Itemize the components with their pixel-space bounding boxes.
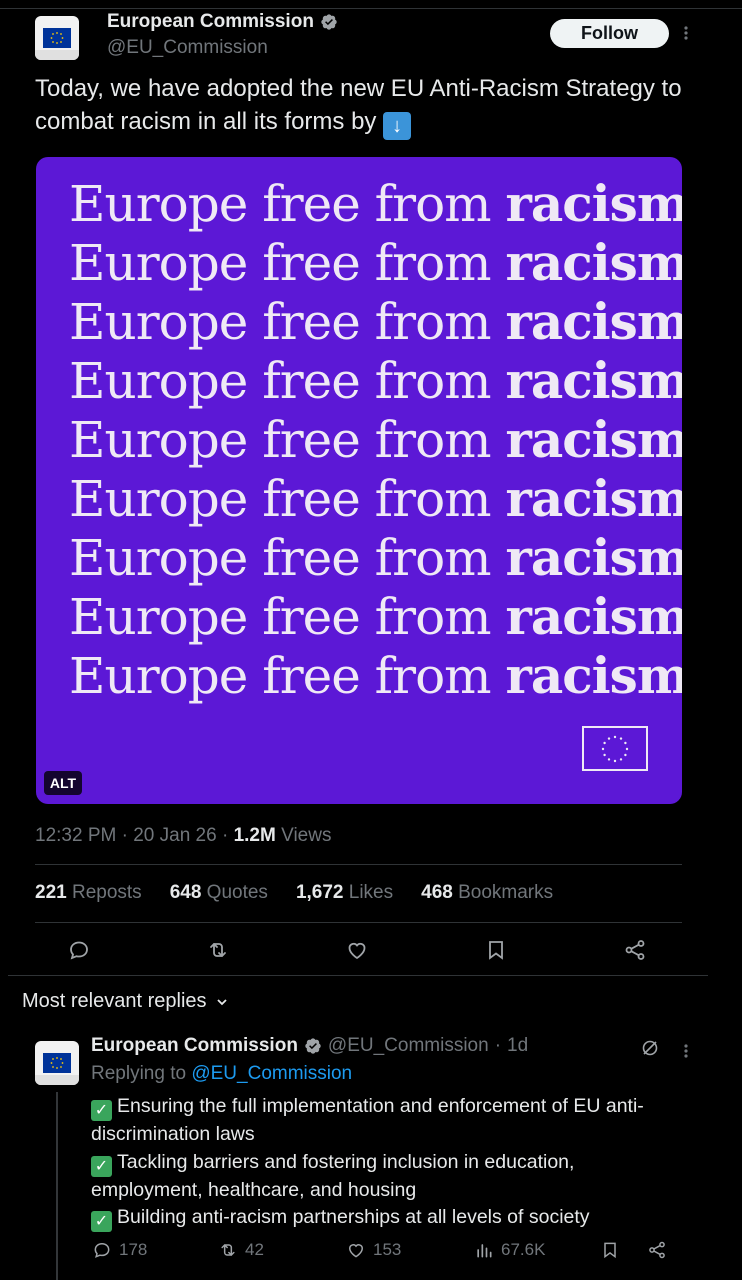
- down-arrow-emoji-icon: ↓: [383, 112, 412, 140]
- reply-bullet: ✓ Tackling barriers and fostering inclusi…: [91, 1150, 575, 1201]
- stat-quotes[interactable]: 648 Quotes: [170, 882, 268, 904]
- reply-separator: ·: [494, 1035, 502, 1056]
- media-text-line: Europe free from racism: [69, 233, 682, 292]
- author-handle[interactable]: @EU_Commission: [107, 37, 268, 59]
- verified-badge-icon: [321, 14, 337, 30]
- check-mark-emoji-icon: ✓: [91, 1211, 112, 1232]
- meta-separator: ·: [221, 825, 234, 846]
- repost-icon[interactable]: [206, 938, 230, 962]
- post-text-content: Today, we have adopted the new EU Anti-R…: [35, 75, 682, 135]
- check-mark-emoji-icon: ✓: [91, 1155, 112, 1177]
- reply-replies-count: 178: [119, 1240, 148, 1259]
- reply-action-bar: 178 42 153 67.6K: [0, 1240, 742, 1264]
- replying-prefix: Replying to: [91, 1063, 187, 1084]
- more-icon[interactable]: [682, 1042, 690, 1064]
- reply-views-button[interactable]: 67.6K: [474, 1240, 545, 1260]
- more-icon[interactable]: [682, 24, 690, 46]
- views-label: Views: [281, 825, 332, 846]
- media-text-line: Europe free from racism: [69, 174, 682, 233]
- reply-reply-button[interactable]: 178: [92, 1240, 147, 1260]
- replying-to-handle-link[interactable]: @EU_Commission: [191, 1063, 352, 1084]
- reply-icon[interactable]: [67, 938, 91, 962]
- post-meta: 12:32 PM · 20 Jan 26 · 1.2M Views: [35, 825, 331, 847]
- reply-like-button[interactable]: 153: [346, 1240, 401, 1260]
- reply-reposts-count: 42: [245, 1240, 264, 1259]
- chevron-down-icon: [216, 998, 227, 1005]
- author-avatar[interactable]: [35, 16, 79, 60]
- reply-author-avatar[interactable]: [35, 1041, 79, 1085]
- verified-badge-icon: [305, 1038, 321, 1054]
- divider: [35, 922, 682, 923]
- avatar-band: [35, 50, 79, 60]
- engagement-stats: 221 Reposts 648 Quotes 1,672 Likes 468 B…: [35, 882, 553, 904]
- views-count: 1.2M: [233, 825, 276, 846]
- views-icon: [477, 1244, 492, 1258]
- reply-age[interactable]: 1d: [507, 1035, 528, 1057]
- post-image[interactable]: Europe free from racism Europe free from…: [36, 157, 682, 804]
- stat-reposts[interactable]: 221 Reposts: [35, 882, 142, 904]
- reply-bullet: ✓ Building anti-racism partnerships at al…: [91, 1204, 691, 1232]
- reply-bookmark-button[interactable]: [600, 1240, 620, 1260]
- eu-flag-icon: [43, 1053, 71, 1073]
- media-text-line: Europe free from racism: [69, 351, 682, 410]
- alt-text-badge[interactable]: ALT: [44, 771, 82, 795]
- reply-bullet: ✓ Ensuring the full implementation and en…: [91, 1095, 644, 1145]
- grok-icon[interactable]: [640, 1038, 660, 1058]
- reply-author-name[interactable]: European Commission: [91, 1035, 298, 1057]
- top-divider: [0, 8, 742, 9]
- post-text: Today, we have adopted the new EU Anti-R…: [35, 72, 685, 140]
- reply-views-count: 67.6K: [501, 1240, 546, 1259]
- eu-flag-icon: [43, 28, 71, 48]
- like-icon[interactable]: [345, 938, 369, 962]
- follow-button[interactable]: Follow: [550, 19, 669, 48]
- media-text-line: Europe free from racism: [69, 646, 682, 705]
- check-mark-emoji-icon: ✓: [91, 1100, 112, 1121]
- author-name-row[interactable]: European Commission: [107, 11, 338, 33]
- bookmark-icon: [604, 1242, 616, 1259]
- replying-to: Replying to @EU_Commission: [91, 1063, 352, 1085]
- reply-author-handle[interactable]: @EU_Commission: [328, 1035, 489, 1057]
- divider: [35, 864, 682, 865]
- media-text-line: Europe free from racism: [69, 469, 682, 528]
- media-text-line: Europe free from racism: [69, 528, 682, 587]
- meta-separator: ·: [121, 825, 134, 846]
- repost-icon: [221, 1244, 235, 1256]
- reply-share-button[interactable]: [647, 1240, 667, 1260]
- media-text-line: Europe free from racism: [69, 292, 682, 351]
- avatar-band: [35, 1075, 79, 1085]
- reply-repost-button[interactable]: 42: [218, 1240, 264, 1260]
- eu-flag-icon: [582, 726, 648, 771]
- post-time[interactable]: 12:32 PM: [35, 825, 116, 846]
- bookmark-icon[interactable]: [484, 938, 508, 962]
- stat-likes[interactable]: 1,672 Likes: [296, 882, 393, 904]
- reply-icon: [94, 1242, 110, 1258]
- stat-bookmarks[interactable]: 468 Bookmarks: [421, 882, 553, 904]
- reply-text: ✓ Ensuring the full implementation and en…: [91, 1093, 691, 1232]
- post-date[interactable]: 20 Jan 26: [133, 825, 216, 846]
- like-icon: [348, 1244, 364, 1258]
- author-name[interactable]: European Commission: [107, 11, 314, 33]
- replies-sort-label: Most relevant replies: [22, 990, 207, 1012]
- section-divider: [8, 975, 708, 976]
- share-icon[interactable]: [623, 938, 647, 962]
- media-text-line: Europe free from racism: [69, 587, 682, 646]
- reply-header: European Commission @EU_Commission · 1d: [91, 1035, 528, 1057]
- reply-likes-count: 153: [373, 1240, 402, 1259]
- media-text-line: Europe free from racism: [69, 410, 682, 469]
- replies-sort-dropdown[interactable]: Most relevant replies: [22, 990, 229, 1013]
- share-icon: [649, 1241, 665, 1259]
